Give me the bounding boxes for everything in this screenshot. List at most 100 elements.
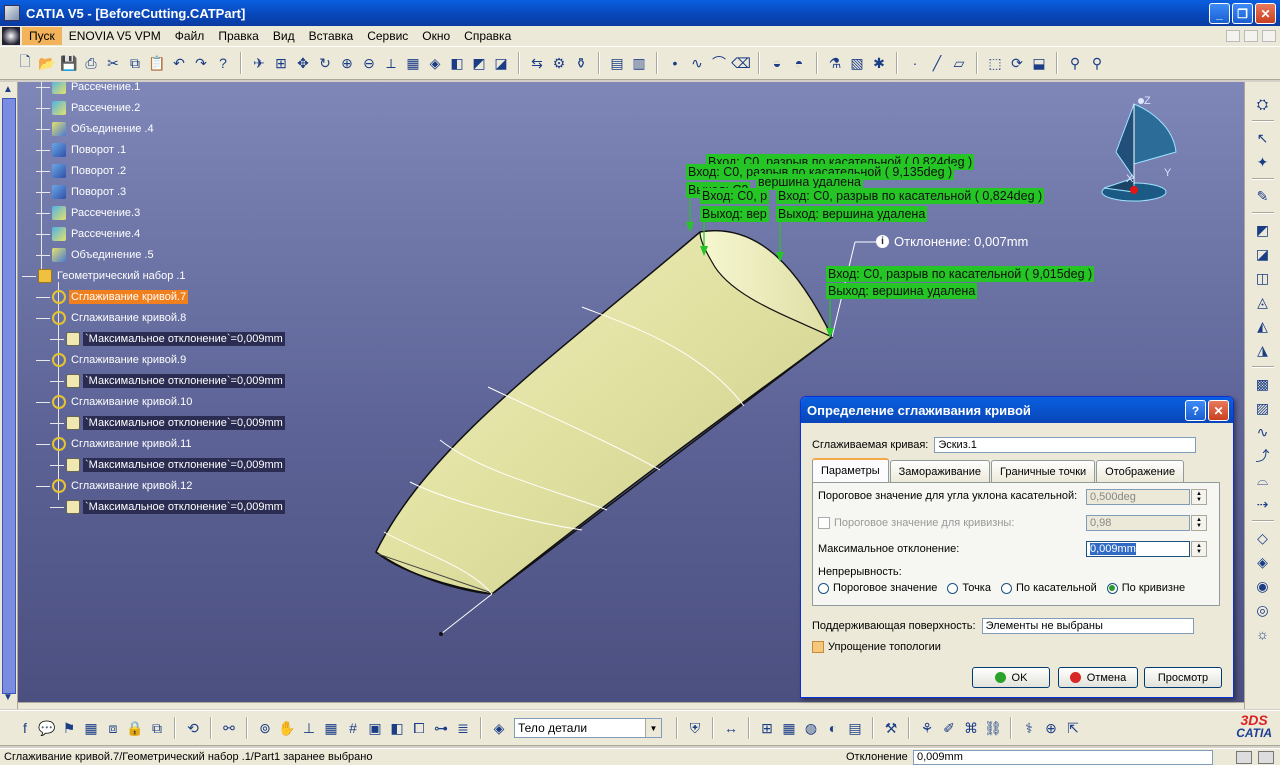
cut-tool-icon[interactable]: ✂: [104, 54, 122, 72]
inertia-icon[interactable]: ⚙: [550, 54, 568, 72]
fit-all-icon[interactable]: ⊞: [272, 54, 290, 72]
spline-icon[interactable]: ∿: [688, 54, 706, 72]
annotation-label[interactable]: Вход: C0, р: [700, 188, 770, 204]
knowledge-icon[interactable]: ⚗: [826, 54, 844, 72]
axis-icon[interactable]: ⊥: [300, 719, 318, 737]
copy-icon[interactable]: ⧉: [126, 54, 144, 72]
doc-minimize-button[interactable]: [1226, 30, 1240, 42]
annotation-label[interactable]: Выход: вершина удалена: [776, 206, 928, 222]
tab-freeze[interactable]: Замораживание: [889, 460, 990, 482]
doc-close-button[interactable]: [1262, 30, 1276, 42]
fly-mode-icon[interactable]: ✈: [250, 54, 268, 72]
compass-widget[interactable]: Z X Y: [1098, 92, 1178, 202]
measure-icon[interactable]: ⇆: [528, 54, 546, 72]
doc-restore-button[interactable]: [1244, 30, 1258, 42]
point-tool-icon[interactable]: ·: [906, 54, 924, 72]
surface-icon[interactable]: ◩: [1254, 221, 1272, 239]
tree-item[interactable]: `Максимальное отклонение`=0,009mm: [50, 373, 285, 389]
tree-item[interactable]: `Максимальное отклонение`=0,009mm: [50, 499, 285, 515]
bottle-icon[interactable]: ⚱: [572, 54, 590, 72]
menu-insert[interactable]: Вставка: [302, 27, 361, 45]
trim-icon[interactable]: ▨: [1254, 399, 1272, 417]
swap-space-icon[interactable]: ◪: [492, 54, 510, 72]
dialog-help-button[interactable]: ?: [1185, 400, 1206, 421]
dialog-title-bar[interactable]: Определение сглаживания кривой ? ✕: [801, 397, 1233, 423]
tree-icon[interactable]: ⚕: [1020, 719, 1038, 737]
status-deviation-field[interactable]: 0,009mm: [913, 749, 1213, 765]
contour-icon[interactable]: ◍: [802, 719, 820, 737]
tree-item[interactable]: Сглаживание кривой.11: [36, 436, 194, 452]
bridge-icon[interactable]: ⌘: [962, 719, 980, 737]
redo-icon[interactable]: ↷: [192, 54, 210, 72]
folder-icon[interactable]: ▤: [846, 719, 864, 737]
tree-item[interactable]: `Максимальное отклонение`=0,009mm: [50, 331, 285, 347]
tree-item[interactable]: Сглаживание кривой.9: [36, 352, 188, 368]
tree-item[interactable]: Рассечение.1: [36, 82, 142, 95]
tree-item[interactable]: Сглаживание кривой.10: [36, 394, 194, 410]
spiral-icon[interactable]: ◮: [1254, 341, 1272, 359]
update-icon[interactable]: ⟲: [184, 719, 202, 737]
save-icon[interactable]: 💾: [60, 54, 78, 72]
porcupine-icon[interactable]: ☼: [1254, 625, 1272, 643]
tab-display[interactable]: Отображение: [1096, 460, 1185, 482]
tree-item[interactable]: Поворот .2: [36, 163, 128, 179]
curve-field[interactable]: Эскиз.1: [934, 437, 1197, 453]
menu-file[interactable]: Файл: [168, 27, 212, 45]
orbit-icon[interactable]: ⊚: [256, 719, 274, 737]
stack-icon[interactable]: ≣: [454, 719, 472, 737]
law-icon[interactable]: ◇: [1254, 529, 1272, 547]
sketch-icon[interactable]: ✎: [1254, 187, 1272, 205]
helix-icon[interactable]: ◭: [1254, 317, 1272, 335]
tab-parameters[interactable]: Параметры: [812, 458, 889, 482]
shading-icon[interactable]: ◧: [448, 54, 466, 72]
tree-item[interactable]: `Максимальное отклонение`=0,009mm: [50, 457, 285, 473]
continuity-curvature-radio[interactable]: [1106, 582, 1118, 594]
shield-icon[interactable]: ⛨: [686, 719, 704, 737]
menu-enovia[interactable]: ENOVIA V5 VPM: [62, 27, 168, 45]
max-deviation-spinner[interactable]: ▲ ▼: [1191, 541, 1207, 557]
translate-icon[interactable]: ⇢: [1254, 495, 1272, 513]
menu-window[interactable]: Окно: [415, 27, 457, 45]
print-icon[interactable]: ⎙: [82, 54, 100, 72]
draft-analysis-icon[interactable]: ◎: [1254, 601, 1272, 619]
tree-item[interactable]: Геометрический набор .1: [22, 268, 188, 284]
select-icon[interactable]: ↖: [1254, 129, 1272, 147]
connect-curve-icon[interactable]: ⌒: [710, 54, 728, 72]
annotation-label[interactable]: Выход: вер: [700, 206, 769, 222]
menu-start[interactable]: Пуск: [22, 27, 62, 45]
zoom-out-icon[interactable]: ⊖: [360, 54, 378, 72]
dialog-close-button[interactable]: ✕: [1208, 400, 1229, 421]
multi-view-icon[interactable]: ▦: [404, 54, 422, 72]
tool-icon[interactable]: ⚒: [882, 719, 900, 737]
split-icon[interactable]: ▩: [1254, 375, 1272, 393]
line-icon[interactable]: ╱: [928, 54, 946, 72]
connect-checker-icon[interactable]: ◉: [1254, 577, 1272, 595]
open-icon[interactable]: 📂: [38, 54, 56, 72]
globe-icon[interactable]: ⊕: [1042, 719, 1060, 737]
part-body-icon[interactable]: ◈: [490, 719, 508, 737]
render-icon[interactable]: ⚯: [220, 719, 238, 737]
annotation-label[interactable]: Вход: C0, разрыв по касательной ( 0,824d…: [776, 188, 1045, 204]
comment-icon[interactable]: 💬: [38, 719, 56, 737]
connect-icon[interactable]: ⚘: [918, 719, 936, 737]
whats-this-icon[interactable]: ?: [214, 54, 232, 72]
tree-item[interactable]: Рассечение.2: [36, 100, 142, 116]
patch-icon[interactable]: ◐: [824, 719, 842, 737]
table-icon[interactable]: ▥: [630, 54, 648, 72]
offset-icon[interactable]: ⬓: [1030, 54, 1048, 72]
solid-icon[interactable]: ◧: [388, 719, 406, 737]
design-table-icon[interactable]: ▦: [82, 719, 100, 737]
restore-button[interactable]: ❐: [1232, 3, 1253, 24]
menu-tools[interactable]: Сервис: [360, 27, 415, 45]
support-surface-field[interactable]: Элементы не выбраны: [981, 618, 1194, 634]
hide-show-icon[interactable]: ◩: [470, 54, 488, 72]
workbench-icon[interactable]: ⛭: [1254, 95, 1272, 113]
paste-icon[interactable]: 📋: [148, 54, 166, 72]
minimize-button[interactable]: _: [1209, 3, 1230, 24]
tree-item[interactable]: `Максимальное отклонение`=0,009mm: [50, 415, 285, 431]
simplify-topology-checkbox[interactable]: [812, 641, 824, 653]
search-icon[interactable]: ⚲: [1066, 54, 1084, 72]
tree-item[interactable]: Сглаживание кривой.12: [36, 478, 194, 494]
tree-item[interactable]: Поворот .3: [36, 184, 128, 200]
hand-icon[interactable]: ✋: [278, 719, 296, 737]
